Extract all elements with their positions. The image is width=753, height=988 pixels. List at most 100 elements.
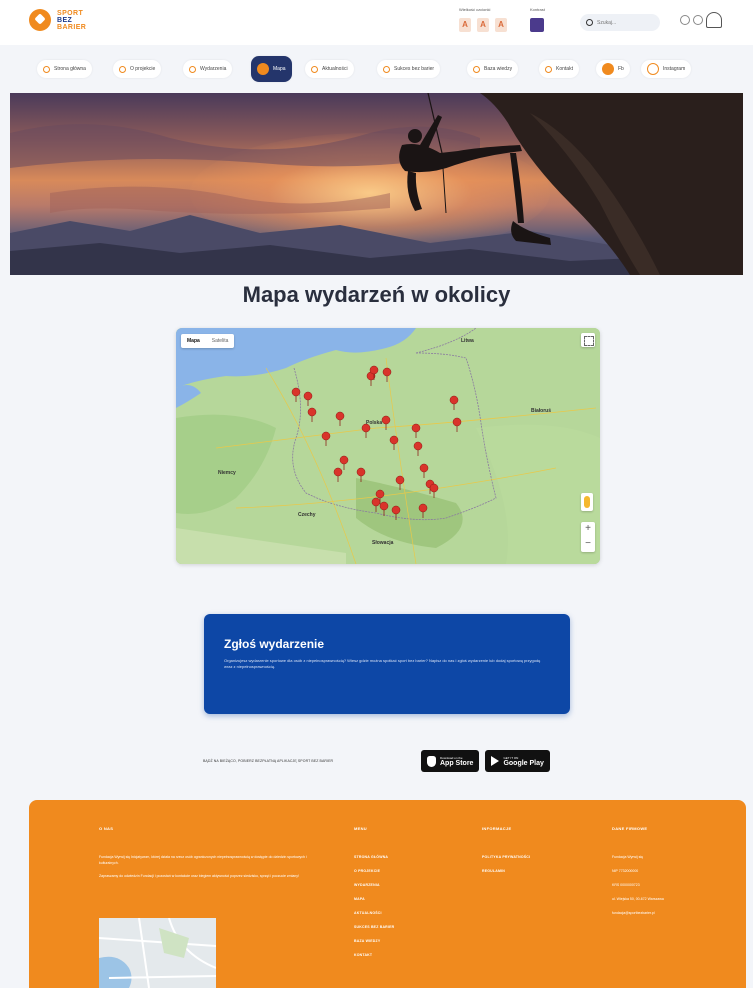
app-download-row: BĄDŹ NA BIEŻĄCO, POBIERZ BEZPŁATNĄ APLIK…: [203, 750, 550, 772]
map-type-map[interactable]: Mapa: [181, 334, 206, 348]
google-play-icon: [491, 756, 500, 766]
footer-link-contact[interactable]: KONTAKT: [354, 953, 394, 957]
nav-item-facebook[interactable]: Fb: [596, 60, 630, 78]
font-size-label: Wielkość czcionki: [459, 7, 491, 12]
settings-icon[interactable]: [693, 15, 703, 25]
contrast-label: Kontrast: [530, 7, 545, 12]
footer-info-heading: INFORMACJE: [482, 826, 512, 831]
footer-link-success[interactable]: SUKCES BEZ BARIER: [354, 925, 394, 929]
footer-contact-email[interactable]: fundacja@sportbezbarier.pl: [612, 911, 664, 915]
info-icon: [119, 65, 126, 73]
font-size-medium-button[interactable]: A: [477, 18, 489, 32]
google-play-button[interactable]: GET IT ON Google Play: [485, 750, 550, 772]
map-label-czechia: Czechy: [298, 512, 316, 518]
footer-contact: DANE FIRMOWE Fundacja Wyrwij się NIP 773…: [612, 826, 664, 925]
footer-link-about[interactable]: O PROJEKCIE: [354, 869, 394, 873]
map-label-lithuania: Litwa: [461, 338, 474, 344]
site-footer: O NAS Fundacja Wyrwij się Inicjatywom, k…: [29, 800, 746, 988]
app-download-text: BĄDŹ NA BIEŻĄCO, POBIERZ BEZPŁATNĄ APLIK…: [203, 759, 334, 763]
footer-link-home[interactable]: STRONA GŁÓWNA: [354, 855, 394, 859]
footer-contact-name: Fundacja Wyrwij się: [612, 855, 644, 859]
map-fullscreen-button[interactable]: [581, 333, 595, 347]
map-zoom-controls: + −: [581, 522, 595, 552]
apple-icon: [427, 755, 436, 767]
nav-label: Instagram: [663, 66, 686, 72]
footer-link-events[interactable]: WYDARZENIA: [354, 883, 394, 887]
hero-illustration: [10, 93, 743, 275]
site-header: SPORT BEZ BARIER Wielkość czcionki A A A…: [0, 0, 753, 45]
footer-about-text-2: Zapraszamy do odwiedzin Fundacji i pozos…: [99, 874, 299, 878]
footer-contact-address: ul. Wiejska 50, 00-672 Warszawa: [612, 897, 664, 901]
user-icons: [680, 12, 722, 28]
contrast-controls: Kontrast: [530, 7, 545, 32]
google-play-label: Google Play: [503, 759, 544, 767]
app-store-button[interactable]: Download on the App Store: [421, 750, 480, 772]
nav-item-knowledge[interactable]: Baza wiedzy: [467, 60, 519, 78]
footer-location-map[interactable]: [99, 918, 216, 988]
nav-item-events[interactable]: Wydarzenia: [183, 60, 233, 78]
nav-label: Fb: [618, 66, 624, 72]
home-icon: [43, 65, 50, 73]
map-type-toggle: Mapa Satelita: [181, 334, 235, 348]
nav-label: Wydarzenia: [200, 66, 227, 72]
app-store-label: App Store: [440, 759, 474, 767]
nav-item-success[interactable]: Sukces bez barier: [377, 60, 441, 78]
report-event-card[interactable]: Zgłoś wydarzenie Organizujesz wydarzenie…: [204, 614, 570, 714]
map-type-satellite[interactable]: Satelita: [206, 334, 235, 348]
nav-label: Kontakt: [556, 66, 573, 72]
footer-link-knowledge[interactable]: BAZA WIEDZY: [354, 939, 394, 943]
footer-link-privacy[interactable]: POLITYKA PRYWATNOŚCI: [482, 855, 530, 859]
footer-contact-nip: NIP 7732000000: [612, 869, 639, 873]
font-size-small-button[interactable]: A: [459, 18, 471, 32]
footer-map-canvas: [99, 918, 216, 988]
calendar-icon: [189, 65, 196, 73]
phone-icon: [545, 65, 552, 73]
report-event-text: Organizujesz wydarzenie sportowe dla osó…: [224, 658, 541, 669]
footer-link-news[interactable]: AKTUALNOŚCI: [354, 911, 394, 915]
font-size-large-button[interactable]: A: [495, 18, 507, 32]
nav-item-map[interactable]: Mapa: [251, 56, 292, 82]
report-event-title: Zgłoś wydarzenie: [224, 637, 325, 651]
trophy-icon: [383, 65, 390, 73]
facebook-icon: [602, 63, 614, 75]
contrast-toggle-button[interactable]: [530, 18, 544, 32]
accessibility-icon[interactable]: [680, 15, 690, 25]
footer-about-text-1: Fundacja Wyrwij się Inicjatywom, której …: [99, 855, 307, 865]
footer-link-map[interactable]: MAPA: [354, 897, 394, 901]
map-label-slovakia: Słowacja: [372, 540, 394, 546]
logo-icon: [29, 9, 51, 31]
street-view-pegman-icon[interactable]: [581, 493, 593, 511]
nav-item-news[interactable]: Aktualności: [305, 60, 354, 78]
nav-item-home[interactable]: Strona główna: [37, 60, 92, 78]
events-map[interactable]: Mapa Satelita Litwa Polska Białoruś Niem…: [176, 328, 600, 564]
nav-item-instagram[interactable]: Instagram: [641, 60, 692, 78]
zoom-in-button[interactable]: +: [581, 522, 595, 537]
map-label-poland: Polska: [366, 420, 383, 426]
nav-label: Sukces bez barier: [394, 66, 435, 72]
footer-contact-heading: DANE FIRMOWE: [612, 826, 648, 831]
footer-about: O NAS Fundacja Wyrwij się Inicjatywom, k…: [99, 826, 319, 888]
page-title: Mapa wydarzeń w okolicy: [242, 282, 511, 307]
instagram-icon: [647, 63, 659, 75]
footer-contact-krs: KRS 0000000723: [612, 883, 640, 887]
main-nav: Strona główna O projekcie Wydarzenia Map…: [0, 45, 753, 93]
search-input[interactable]: [597, 19, 657, 26]
logo-line-1: SPORT: [57, 9, 84, 17]
nav-item-about[interactable]: O projekcie: [113, 60, 162, 78]
font-size-controls: Wielkość czcionki A A A: [459, 7, 507, 32]
search-box[interactable]: [580, 14, 660, 31]
search-icon: [586, 19, 593, 26]
footer-info: INFORMACJE POLITYKA PRYWATNOŚCI REGULAMI…: [482, 826, 530, 883]
map-label-belarus: Białoruś: [531, 408, 552, 414]
footer-menu: MENU STRONA GŁÓWNA O PROJEKCIE WYDARZENI…: [354, 826, 394, 967]
zoom-out-button[interactable]: −: [581, 537, 595, 552]
footer-about-heading: O NAS: [99, 826, 114, 831]
footer-link-terms[interactable]: REGULAMIN: [482, 869, 530, 873]
user-account-icon[interactable]: [706, 12, 722, 28]
map-label-germany: Niemcy: [218, 470, 236, 476]
nav-label: O projekcie: [130, 66, 156, 72]
logo-text: SPORT BEZ BARIER: [57, 10, 86, 31]
news-icon: [311, 65, 318, 73]
site-logo[interactable]: SPORT BEZ BARIER: [29, 9, 86, 31]
nav-item-contact[interactable]: Kontakt: [539, 60, 579, 78]
